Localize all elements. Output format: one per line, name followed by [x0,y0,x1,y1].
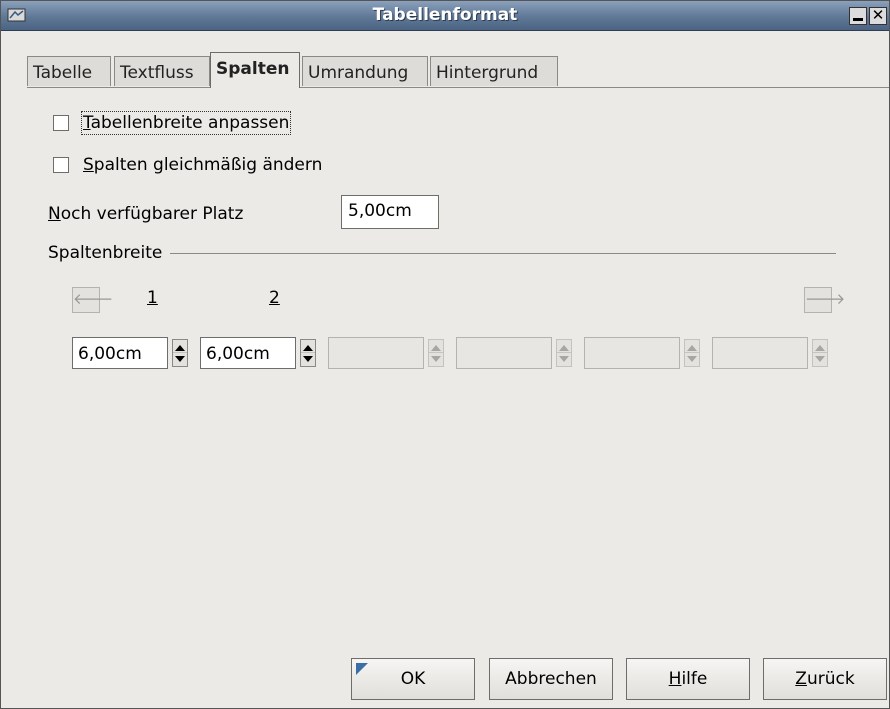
column-width-spinner-5 [584,337,702,369]
arrow-left-icon[interactable]: 🡐 [72,287,113,313]
remaining-space-label: Noch verfügbarer Platz [48,204,244,224]
spin-up-icon [559,345,569,351]
column-number-2: 2 [269,288,280,308]
column-width-spinner-1[interactable]: 6,00cm [72,337,190,369]
column-width-input-3 [328,337,424,369]
adapt-width-option[interactable]: Tabellenbreite anpassen [53,111,292,135]
column-width-input-5 [584,337,680,369]
adjust-columns-checkbox[interactable] [53,157,69,173]
ok-button[interactable]: OK [351,658,475,700]
column-width-input-2[interactable]: 6,00cm [200,337,296,369]
window-title: Tabellenformat [372,5,518,25]
spin-buttons [428,339,444,367]
spin-buttons[interactable] [172,339,188,367]
spin-up-icon [687,345,697,351]
minimize-button[interactable] [849,7,867,25]
spin-buttons [812,339,828,367]
help-button[interactable]: Hilfe [626,658,750,700]
spin-up-icon[interactable] [303,345,313,351]
spin-down-icon [815,356,825,362]
tab-spalten[interactable]: Spalten [210,52,300,88]
remaining-space-field[interactable]: 5,00cm [341,195,439,229]
column-width-spinner-3 [328,337,446,369]
adjust-columns-option[interactable]: Spalten gleichmäßig ändern [53,155,322,175]
spin-buttons [684,339,700,367]
tab-umrandung[interactable]: Umrandung [302,56,428,86]
column-width-spinner-2[interactable]: 6,00cm [200,337,318,369]
spin-down-icon[interactable] [175,356,185,362]
back-button[interactable]: Zurück [763,658,887,700]
adapt-width-checkbox[interactable] [53,115,69,131]
column-width-input-4 [456,337,552,369]
tab-hintergrund[interactable]: Hintergrund [430,56,558,86]
spin-buttons[interactable] [300,339,316,367]
arrow-right-icon[interactable]: 🡒 [804,287,845,313]
column-width-input-1[interactable]: 6,00cm [72,337,168,369]
column-width-input-6 [712,337,808,369]
tab-textfluss[interactable]: Textfluss [114,56,210,86]
dialog-window: Tabellenformat ✕ Tabelle Textfluss Spalt… [0,0,890,709]
tab-tabelle[interactable]: Tabelle [27,56,111,86]
column-number-1: 1 [147,288,158,308]
spin-down-icon [559,356,569,362]
spin-down-icon [687,356,697,362]
adapt-width-label[interactable]: Tabellenbreite anpassen [80,111,292,135]
spin-up-icon [815,345,825,351]
spin-up-icon [431,345,441,351]
adjust-columns-label[interactable]: Spalten gleichmäßig ändern [83,155,322,175]
spin-buttons [556,339,572,367]
column-width-group-label: Spaltenbreite [48,243,171,263]
tab-panel-border [27,87,889,88]
column-width-spinner-4 [456,337,574,369]
spin-up-icon[interactable] [175,345,185,351]
cancel-button[interactable]: Abbrechen [489,658,613,700]
close-button[interactable]: ✕ [869,7,887,25]
spin-down-icon[interactable] [303,356,313,362]
spin-down-icon [431,356,441,362]
column-width-spinner-6 [712,337,830,369]
title-bar[interactable]: Tabellenformat ✕ [1,1,889,31]
